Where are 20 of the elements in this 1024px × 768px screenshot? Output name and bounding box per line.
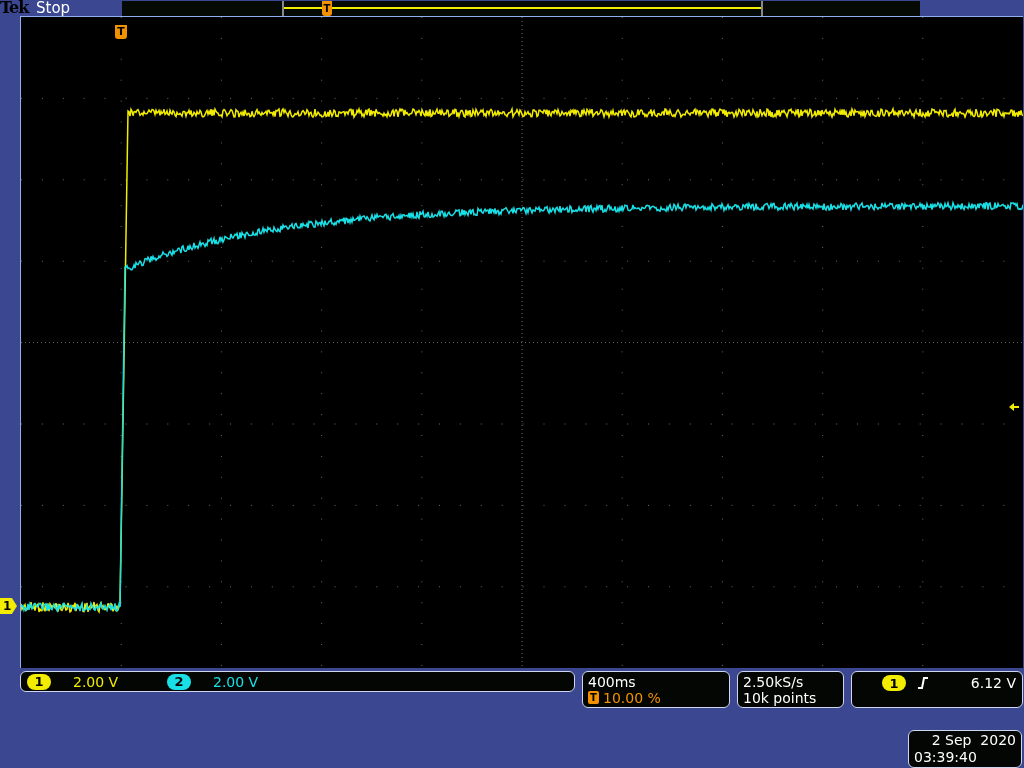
sample-rate: 2.50kS/s [743, 673, 805, 690]
brand-logo: Tek [0, 0, 31, 16]
time-per-division: 400ms [588, 673, 637, 690]
trigger-position: 10.00 % [603, 689, 661, 706]
trigger-time-marker: T [115, 25, 127, 39]
channel-badge: 2 [167, 673, 191, 690]
acquisition-status: Stop [36, 0, 72, 16]
volts-per-division: 2.00 V [73, 674, 119, 689]
time-text: 03:39:40 [914, 749, 978, 766]
date-text: 2 Sep 2020 [930, 732, 1016, 749]
trigger-icon: T [588, 691, 599, 704]
channel-badge: 1 [882, 675, 906, 691]
record-length: 10k points [743, 689, 818, 706]
ground-level-marker: 1 [0, 598, 17, 614]
trigger-level: 6.12 V [970, 676, 1016, 690]
volts-per-division: 2.00 V [213, 674, 259, 689]
channel-badge: 1 [27, 673, 51, 690]
trigger-level-arrow-icon [1009, 402, 1019, 412]
rising-edge-icon [918, 677, 928, 689]
trigger-position-marker: T [322, 0, 332, 16]
